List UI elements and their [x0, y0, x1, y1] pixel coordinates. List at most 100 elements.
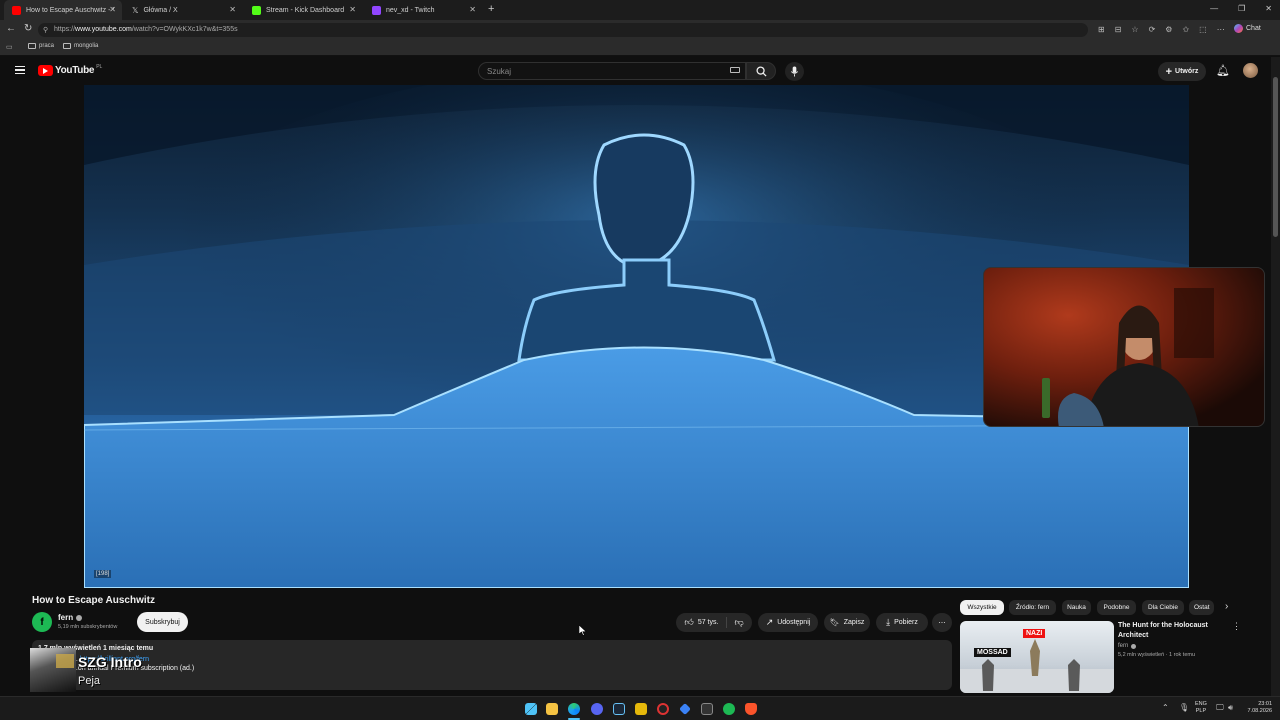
page-scrollbar[interactable]: [1271, 57, 1280, 696]
read-aloud-icon[interactable]: ⊞: [1098, 25, 1105, 34]
recommended-title[interactable]: The Hunt for the Holocaust Architect: [1118, 621, 1228, 641]
more-actions-button[interactable]: ⋯: [932, 613, 952, 632]
more-icon[interactable]: ⋯: [1217, 25, 1225, 34]
channel-name: fern: [58, 613, 74, 622]
chips-next-icon[interactable]: ›: [1225, 601, 1228, 612]
tray-expand-icon[interactable]: ⌃: [1162, 703, 1169, 712]
folder-icon: [28, 43, 36, 49]
close-window-icon[interactable]: ✕: [1265, 4, 1272, 13]
chip-all[interactable]: Wszystkie: [960, 600, 1004, 615]
bookmark-praca[interactable]: praca: [28, 43, 54, 49]
chip-related[interactable]: Podobne: [1097, 600, 1136, 615]
steam-icon[interactable]: [613, 703, 625, 715]
volume-icon[interactable]: 🔊︎: [1228, 703, 1233, 713]
search-icon: [755, 65, 767, 77]
album-badge: [56, 654, 74, 668]
minimize-icon[interactable]: —: [1210, 4, 1218, 13]
site-info-icon[interactable]: ⚲: [43, 26, 48, 34]
tab-title: Stream - Kick Dashboard: [266, 6, 345, 14]
tab-x[interactable]: 𝕏 Główna / X ✕: [124, 0, 242, 20]
channel-name-row[interactable]: fern: [58, 613, 83, 622]
bookmark-mongolia[interactable]: mongolia: [63, 43, 98, 49]
window-controls: — ❐ ✕: [1210, 4, 1272, 13]
description-box[interactable]: 1,7 mln wyświetleń 1 miesiąc temu ... ht…: [32, 640, 952, 690]
mouse-cursor-icon: [579, 625, 587, 636]
copilot-chat-button[interactable]: Chat: [1234, 24, 1261, 33]
tab-twitch[interactable]: nev_xd - Twitch ✕: [364, 0, 482, 20]
chip-recent[interactable]: Ostat: [1189, 600, 1214, 615]
notes-app-icon[interactable]: [635, 703, 647, 715]
browser-toolbar: ← ↻ ⚲ https://www.youtube.com/watch?v=OW…: [0, 20, 1280, 40]
language-indicator[interactable]: ENG PLP: [1195, 701, 1207, 715]
download-button[interactable]: ⤓ Pobierz: [876, 613, 928, 632]
channel-avatar[interactable]: f: [32, 612, 52, 632]
start-menu-icon[interactable]: [525, 703, 537, 715]
bookmarks-bar: ▭ praca mongolia: [0, 40, 1280, 56]
like-count: 57 tys.: [697, 619, 719, 626]
edge-browser-icon[interactable]: [568, 703, 580, 715]
x-logo-icon: 𝕏: [132, 5, 139, 15]
close-tab-icon[interactable]: ✕: [229, 5, 236, 14]
recommended-channel-row[interactable]: fern: [1118, 643, 1137, 649]
collections-icon[interactable]: ⬚: [1199, 25, 1207, 34]
network-icon[interactable]: 🖵︎: [1216, 703, 1224, 713]
tab-youtube[interactable]: How to Escape Auschwitz - Yo ✕: [4, 0, 122, 20]
close-tab-icon[interactable]: ✕: [109, 5, 116, 14]
copilot-icon: [1234, 24, 1243, 33]
spotify-icon[interactable]: [723, 703, 735, 715]
bookmark-label: praca: [39, 43, 55, 49]
favorites-icon[interactable]: ✩: [1182, 25, 1189, 34]
avatar[interactable]: [1243, 63, 1258, 78]
browser-extension-icons: ⊞ ⊟ ☆ ⟳ ⚙ ✩ ⬚ ⋯: [1098, 25, 1225, 34]
new-tab-button[interactable]: +: [488, 3, 494, 15]
url-prefix: https://: [54, 26, 76, 33]
download-label: Pobierz: [894, 619, 918, 626]
chip-source[interactable]: Źródło: fern: [1009, 600, 1056, 615]
country-code: PL: [96, 63, 103, 70]
tab-title: How to Escape Auschwitz - Yo: [26, 6, 114, 14]
reload-icon[interactable]: ↻: [24, 23, 32, 34]
maximize-icon[interactable]: ❐: [1238, 4, 1245, 13]
file-explorer-icon[interactable]: [546, 703, 558, 715]
app-diamond-icon[interactable]: [679, 703, 691, 715]
tray-mic-icon[interactable]: 🎙︎: [1179, 703, 1189, 712]
youtube-logo[interactable]: YouTube PL: [38, 63, 103, 76]
extension-icon[interactable]: ⚙: [1165, 25, 1172, 34]
search-button[interactable]: [746, 62, 776, 80]
dislike-button[interactable]: 👎︎: [731, 617, 743, 628]
brave-browser-icon[interactable]: [745, 703, 757, 715]
recommended-channel: fern: [1118, 643, 1129, 649]
address-bar[interactable]: ⚲ https://www.youtube.com/watch?v=OWykKX…: [38, 23, 1088, 37]
menu-icon[interactable]: [15, 66, 25, 74]
folder-icon: [63, 43, 71, 49]
recommended-more-icon[interactable]: ⋮: [1232, 621, 1241, 632]
subscribe-button[interactable]: Subskrybuj: [137, 612, 188, 632]
tab-groups-icon[interactable]: ▭: [6, 43, 13, 51]
recommended-thumbnail[interactable]: NAZI MOSSAD: [960, 621, 1114, 693]
refresh-ext-icon[interactable]: ⟳: [1149, 25, 1156, 34]
terminal-icon[interactable]: [701, 703, 713, 715]
chip-science[interactable]: Nauka: [1062, 600, 1091, 615]
search-input[interactable]: Szukaj: [478, 62, 746, 80]
back-icon[interactable]: ←: [6, 23, 16, 34]
close-tab-icon[interactable]: ✕: [349, 5, 356, 14]
notifications-bell-icon[interactable]: 🔔︎: [1216, 64, 1230, 77]
url-host: www.youtube.com: [75, 26, 132, 33]
clock[interactable]: 23:01 7.08.2026: [1244, 701, 1272, 715]
obs-icon[interactable]: [657, 703, 669, 715]
subscriber-count: 5,19 mln subskrybentów: [58, 624, 118, 630]
share-button[interactable]: ↗ Udostępnij: [758, 613, 818, 632]
chat-label: Chat: [1246, 25, 1261, 32]
save-button[interactable]: 🔖︎ Zapisz: [824, 613, 870, 632]
create-button[interactable]: + Utwórz: [1158, 62, 1206, 81]
discord-icon[interactable]: [591, 703, 603, 715]
album-cover: [30, 648, 76, 692]
translate-icon[interactable]: ⊟: [1115, 25, 1122, 34]
favorite-star-icon[interactable]: ☆: [1131, 25, 1138, 34]
tab-kick[interactable]: Stream - Kick Dashboard ✕: [244, 0, 362, 20]
close-tab-icon[interactable]: ✕: [469, 5, 476, 14]
keyboard-icon[interactable]: [730, 67, 740, 73]
chip-for-you[interactable]: Dla Ciebie: [1142, 600, 1184, 615]
like-button[interactable]: 👍︎ 57 tys.: [684, 617, 728, 628]
voice-search-button[interactable]: [785, 62, 804, 81]
